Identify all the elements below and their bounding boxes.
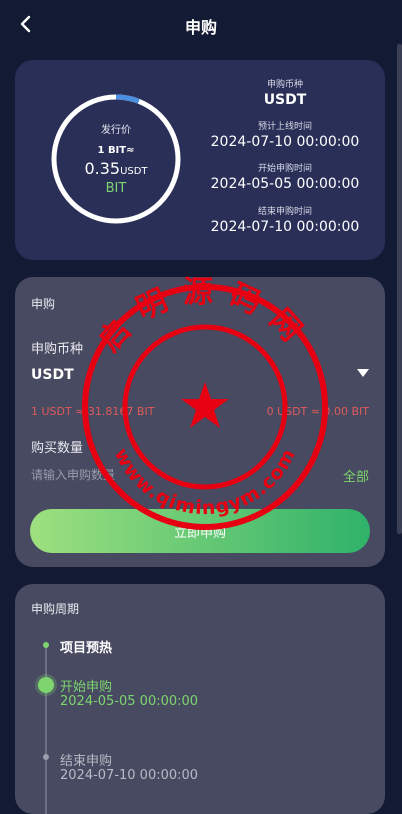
timeline-dot-warmup <box>43 642 49 648</box>
subscribe-button[interactable]: 立即申购 <box>30 509 370 553</box>
start-time-info: 开始申购时间 2024-05-05 00:00:00 <box>200 161 370 192</box>
listing-time-label: 预计上线时间 <box>257 122 312 132</box>
subscribe-card: 申购 申购币种 USDT 1 USDT ≈ 31.8167 BIT 0 USDT… <box>15 277 385 567</box>
subscription-period-card: 申购周期 项目预热 开始申购 2024-05-05 00:00:00 结束申购 … <box>15 584 385 814</box>
subscribe-button-label: 立即申购 <box>173 525 226 541</box>
currency-info: 申购币种 USDT <box>200 77 370 108</box>
rate-base-label: 1 BIT≈ <box>97 145 135 156</box>
currency-info-label: 申购币种 <box>266 80 303 90</box>
currency-select[interactable]: USDT <box>31 367 74 383</box>
step-start-title: 开始申购 <box>60 680 113 695</box>
end-time-info: 结束申购时间 2024-07-10 00:00:00 <box>200 204 370 235</box>
step-warmup-title: 项目预热 <box>60 641 113 656</box>
page-title: 申购 <box>184 18 217 37</box>
all-amount-button[interactable]: 全部 <box>343 466 369 485</box>
step-end-title: 结束申购 <box>60 754 113 769</box>
price-unit: USDT <box>120 166 148 177</box>
price-number: 0.35 <box>84 159 121 178</box>
app-header: 申购 <box>0 0 402 48</box>
step-start-time: 2024-05-05 00:00:00 <box>60 694 199 709</box>
timeline-line <box>45 644 47 814</box>
dropdown-caret-icon[interactable] <box>357 369 369 377</box>
timeline-dot-start <box>38 677 54 693</box>
end-time-value: 2024-07-10 00:00:00 <box>210 219 360 235</box>
price-ring: 发行价 1 BIT≈ 0.35USDT BIT <box>50 93 182 225</box>
quantity-label: 购买数量 <box>31 441 84 456</box>
timeline-dot-end <box>43 754 49 760</box>
step-end-time: 2024-07-10 00:00:00 <box>60 768 199 783</box>
period-section-title: 申购周期 <box>31 602 80 616</box>
issue-price-value: 0.35USDT <box>50 159 182 178</box>
scrollbar[interactable] <box>397 44 402 534</box>
issue-price-label: 发行价 <box>101 125 131 136</box>
listing-time-value: 2024-07-10 00:00:00 <box>210 134 360 150</box>
currency-select-label: 申购币种 <box>31 342 84 357</box>
currency-info-value: USDT <box>263 92 307 108</box>
start-time-value: 2024-05-05 00:00:00 <box>210 176 360 192</box>
rate-conversion-right: 0 USDT ≈ 0.00 BIT <box>266 405 369 418</box>
listing-time-info: 预计上线时间 2024-07-10 00:00:00 <box>200 119 370 150</box>
token-symbol: BIT <box>105 181 127 196</box>
start-time-label: 开始申购时间 <box>257 164 312 174</box>
end-time-label: 结束申购时间 <box>257 207 312 217</box>
quantity-input[interactable] <box>31 465 311 485</box>
project-info-card: 发行价 1 BIT≈ 0.35USDT BIT 申购币种 USDT 预计上线时间… <box>15 60 385 260</box>
subscribe-section-title: 申购 <box>31 297 56 311</box>
rate-conversion-left: 1 USDT ≈ 31.8167 BIT <box>31 405 155 418</box>
